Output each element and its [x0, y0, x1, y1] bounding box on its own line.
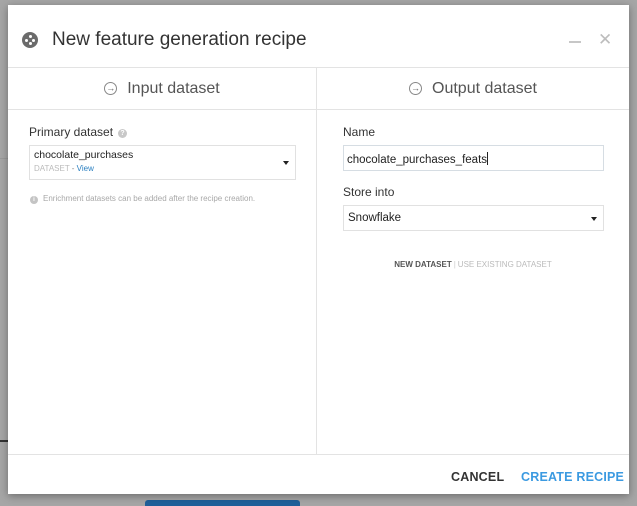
output-column: → Output dataset Name chocolate_purchase… [317, 68, 629, 454]
store-into-label: Store into [343, 185, 395, 199]
dataset-mode-toggle: NEW DATASET | USE EXISTING DATASET [317, 260, 629, 269]
name-label: Name [343, 125, 376, 139]
new-recipe-dialog: New feature generation recipe ✕ → Input … [8, 5, 629, 494]
cancel-button[interactable]: CANCEL [451, 470, 504, 484]
background-divider [0, 440, 8, 442]
dialog-title: New feature generation recipe [52, 29, 307, 50]
background-divider [0, 158, 8, 159]
primary-dataset-label: Primary dataset? [29, 125, 128, 139]
output-dataset-title: Output dataset [432, 79, 537, 97]
primary-dataset-meta: DATASET - View [34, 164, 94, 173]
store-into-value: Snowflake [348, 212, 402, 224]
view-dataset-link[interactable]: View [77, 164, 94, 173]
chevron-down-icon [591, 217, 597, 221]
new-dataset-option[interactable]: NEW DATASET [394, 260, 451, 269]
close-icon[interactable]: ✕ [598, 31, 612, 48]
info-icon: i [30, 196, 38, 204]
output-dataset-header: → Output dataset [317, 68, 629, 110]
primary-dataset-value: chocolate_purchases [34, 149, 134, 161]
recipe-icon [22, 32, 38, 48]
mode-separator: | [453, 260, 456, 269]
create-recipe-button[interactable]: CREATE RECIPE [521, 470, 624, 484]
use-existing-dataset-option[interactable]: USE EXISTING DATASET [458, 260, 552, 269]
input-dataset-header: → Input dataset [8, 68, 316, 110]
enrichment-info-text: Enrichment datasets can be added after t… [43, 194, 256, 203]
chevron-down-icon [283, 161, 289, 165]
dataset-separator: - [69, 164, 77, 173]
minimize-icon[interactable] [569, 41, 581, 43]
primary-dataset-label-text: Primary dataset [29, 125, 114, 139]
dialog-header: New feature generation recipe ✕ [8, 5, 629, 68]
help-icon[interactable]: ? [118, 129, 128, 138]
input-column: → Input dataset Primary dataset? chocola… [8, 68, 317, 454]
output-name-input[interactable] [343, 145, 604, 171]
dataset-type: DATASET [34, 164, 70, 173]
background-button [145, 500, 300, 506]
primary-dataset-select[interactable]: chocolate_purchases DATASET - View [29, 145, 296, 180]
enrichment-info: i Enrichment datasets can be added after … [30, 194, 255, 204]
input-dataset-title: Input dataset [127, 79, 220, 97]
store-into-select[interactable]: Snowflake [343, 205, 604, 231]
arrow-in-icon: → [104, 82, 118, 95]
arrow-in-icon: → [409, 82, 423, 95]
dialog-footer: CANCEL CREATE RECIPE [8, 454, 629, 494]
